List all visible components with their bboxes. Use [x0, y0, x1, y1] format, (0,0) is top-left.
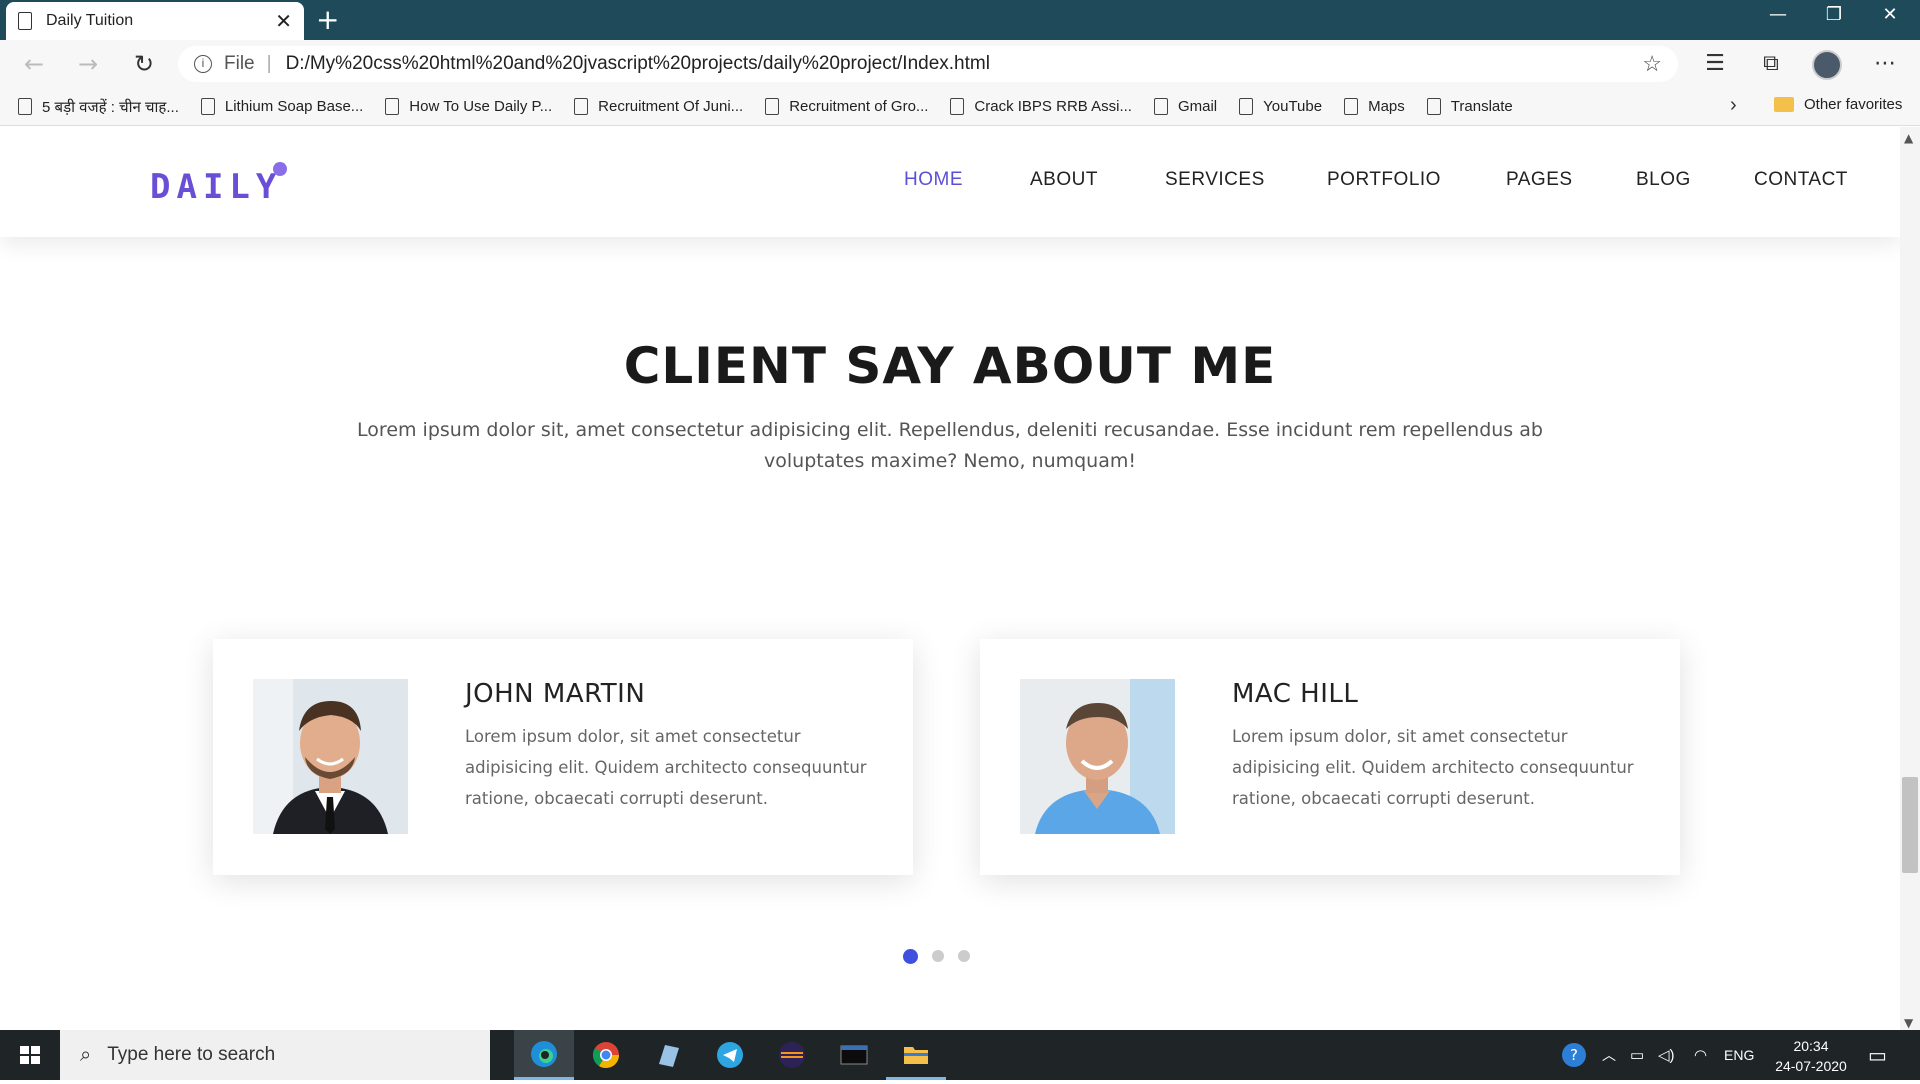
nav-pages[interactable]: PAGES	[1506, 169, 1573, 191]
section-title: CLIENT SAY ABOUT ME	[623, 337, 1277, 395]
carousel-dot[interactable]	[932, 950, 944, 962]
tray-chevron-up-icon[interactable]: ︿	[1602, 1030, 1616, 1080]
nav-portfolio[interactable]: PORTFOLIO	[1327, 169, 1441, 191]
nav-blog[interactable]: BLOG	[1636, 169, 1691, 191]
notification-icon[interactable]: ▭	[1868, 1030, 1887, 1080]
clock-time: 20:34	[1793, 1038, 1829, 1054]
scheme-label: File	[224, 53, 255, 74]
site-logo[interactable]: DAILY	[150, 167, 282, 207]
folder-icon	[1774, 97, 1794, 112]
favorite-item[interactable]: Crack IBPS RRB Assi...	[950, 98, 1132, 115]
page-scrollbar[interactable]: ▲ ▼	[1900, 127, 1920, 1030]
battery-icon[interactable]: ▭	[1630, 1030, 1644, 1080]
favorite-item[interactable]: Translate	[1426, 98, 1513, 115]
browser-tab[interactable]: Daily Tuition ✕	[6, 2, 304, 40]
more-menu-icon[interactable]: ⋯	[1868, 48, 1902, 80]
favorite-star-icon[interactable]: ☆	[1642, 51, 1662, 77]
page-icon	[765, 98, 780, 115]
page-icon	[574, 98, 589, 115]
system-clock[interactable]: 20:34 24-07-2020	[1766, 1036, 1856, 1076]
volume-icon[interactable]: ◁)	[1658, 1030, 1675, 1080]
url-text[interactable]: D:/My%20css%20html%20and%20jvascript%20p…	[286, 53, 1643, 75]
taskbar-search[interactable]: ⌕ Type here to search	[60, 1030, 490, 1080]
page-icon	[1344, 98, 1359, 115]
svg-text:?: ?	[1570, 1046, 1578, 1064]
client-text: Lorem ipsum dolor, sit amet consectetur …	[465, 727, 867, 808]
page-icon	[1426, 98, 1441, 115]
address-separator: |	[266, 53, 272, 74]
favorite-item[interactable]: Lithium Soap Base...	[200, 98, 363, 115]
client-photo	[253, 679, 408, 834]
scroll-thumb[interactable]	[1902, 777, 1918, 873]
page-icon	[1153, 98, 1168, 115]
nav-about[interactable]: ABOUT	[1030, 169, 1098, 191]
favorite-item[interactable]: Recruitment Of Juni...	[574, 98, 743, 115]
page-icon	[385, 98, 400, 115]
page-viewport: DAILY HOME ABOUT SERVICES PORTFOLIO PAGE…	[0, 127, 1900, 1030]
site-header: DAILY HOME ABOUT SERVICES PORTFOLIO PAGE…	[0, 127, 1900, 237]
favorites-list-icon[interactable]: ☰	[1698, 48, 1732, 80]
search-placeholder: Type here to search	[107, 1044, 276, 1065]
page-icon	[18, 12, 32, 30]
browser-toolbar: ← → ↻ i File | D:/My%20css%20html%20and%…	[0, 40, 1920, 88]
collections-icon[interactable]: ⧉	[1754, 48, 1788, 80]
favorite-item[interactable]: Gmail	[1153, 98, 1217, 115]
logo-dot	[273, 162, 287, 176]
close-window-button[interactable]: ✕	[1862, 0, 1918, 32]
refresh-icon[interactable]: ↻	[128, 48, 160, 80]
nav-home[interactable]: HOME	[904, 169, 963, 191]
close-tab-icon[interactable]: ✕	[275, 9, 292, 33]
tab-title: Daily Tuition	[46, 12, 134, 29]
new-tab-button[interactable]: +	[316, 4, 339, 36]
language-indicator[interactable]: ENG	[1724, 1030, 1754, 1080]
nav-services[interactable]: SERVICES	[1165, 169, 1265, 191]
eclipse-icon[interactable]	[762, 1030, 822, 1080]
search-icon: ⌕	[80, 1043, 92, 1066]
favorite-item[interactable]: YouTube	[1239, 98, 1322, 115]
clock-date: 24-07-2020	[1775, 1058, 1847, 1074]
carousel-dots	[903, 949, 970, 964]
chevron-right-icon[interactable]: ›	[1730, 94, 1737, 117]
favorite-item[interactable]: Maps	[1344, 98, 1405, 115]
telegram-icon[interactable]	[700, 1030, 760, 1080]
help-icon[interactable]: ?	[1560, 1030, 1588, 1080]
minimize-button[interactable]: —	[1750, 0, 1806, 32]
page-icon	[18, 98, 32, 115]
forward-icon[interactable]: →	[72, 48, 104, 80]
notes-app-icon[interactable]	[638, 1030, 698, 1080]
profile-avatar[interactable]	[1812, 50, 1842, 80]
windows-start-icon[interactable]	[0, 1030, 60, 1080]
page-icon	[950, 98, 965, 115]
nav-contact[interactable]: CONTACT	[1754, 169, 1848, 191]
favorites-bar: 5 बड़ी वजहें : चीन चाह... Lithium Soap B…	[0, 88, 1920, 126]
scroll-down-icon[interactable]: ▼	[1904, 1016, 1913, 1030]
page-icon	[1239, 98, 1254, 115]
client-name: MAC HILL	[1232, 679, 1359, 709]
favorite-item[interactable]: 5 बड़ी वजहें : चीन चाह...	[18, 97, 179, 117]
chrome-icon[interactable]	[576, 1030, 636, 1080]
taskbar: ⌕ Type here to search ? ︿ ▭ ◁) ◠ ENG 20:…	[0, 1030, 1920, 1080]
client-text: Lorem ipsum dolor, sit amet consectetur …	[1232, 727, 1634, 808]
browser-titlebar: Daily Tuition ✕ + — ❐ ✕	[0, 0, 1920, 40]
section-subtitle: Lorem ipsum dolor sit, amet consectetur …	[357, 419, 1543, 472]
carousel-dot[interactable]	[903, 949, 918, 964]
restore-button[interactable]: ❐	[1806, 0, 1862, 32]
client-name: JOHN MARTIN	[465, 679, 646, 709]
edge-icon[interactable]	[514, 1030, 574, 1080]
favorite-item[interactable]: How To Use Daily P...	[385, 98, 552, 115]
favorite-item[interactable]: Recruitment of Gro...	[765, 98, 928, 115]
file-explorer-icon[interactable]	[886, 1030, 946, 1080]
mysql-terminal-icon[interactable]	[824, 1030, 884, 1080]
back-icon[interactable]: ←	[18, 48, 50, 80]
page-icon	[200, 98, 215, 115]
testimonial-card: MAC HILL Lorem ipsum dolor, sit amet con…	[980, 639, 1680, 875]
info-icon[interactable]: i	[194, 55, 212, 73]
address-bar[interactable]: i File | D:/My%20css%20html%20and%20jvas…	[178, 46, 1678, 82]
carousel-dot[interactable]	[958, 950, 970, 962]
testimonial-card: JOHN MARTIN Lorem ipsum dolor, sit amet …	[213, 639, 913, 875]
client-photo	[1020, 679, 1175, 834]
other-favorites[interactable]: Other favorites	[1774, 96, 1902, 113]
wifi-icon[interactable]: ◠	[1694, 1030, 1707, 1080]
scroll-up-icon[interactable]: ▲	[1904, 131, 1913, 145]
